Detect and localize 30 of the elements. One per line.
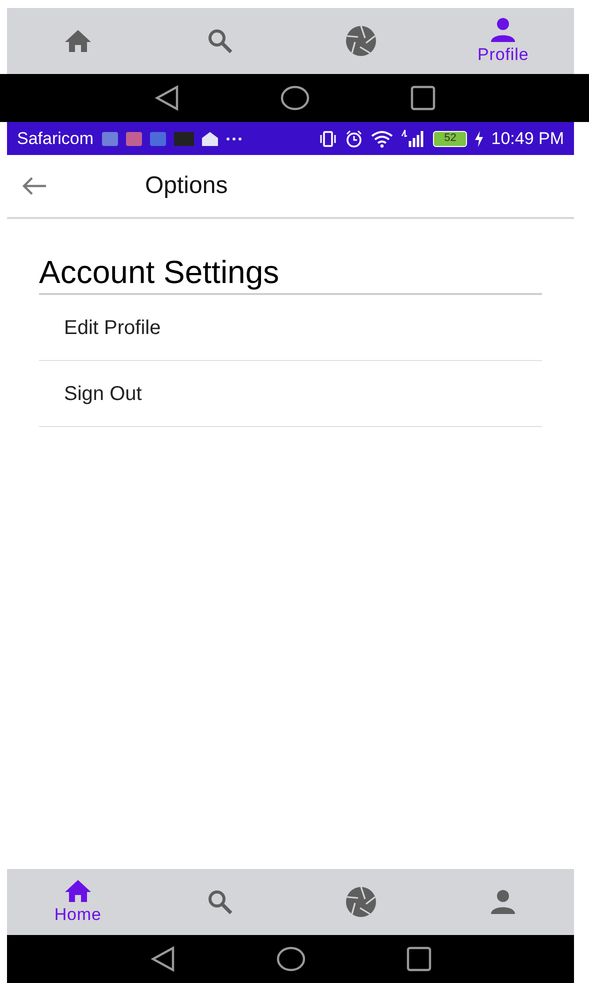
recents-square-icon[interactable] [410, 85, 436, 111]
person-icon [489, 889, 518, 915]
settings-item[interactable]: Sign Out [39, 361, 542, 427]
signal-icon [401, 128, 426, 148]
alarm-icon [345, 130, 364, 148]
home-circle-icon[interactable] [280, 85, 310, 111]
carrier-name: Safaricom [17, 128, 94, 150]
aperture-icon [345, 886, 378, 918]
more-dots-icon [226, 136, 242, 140]
back-triangle-icon[interactable] [150, 946, 176, 972]
screen-title: Options [145, 171, 228, 201]
home-circle-icon[interactable] [276, 946, 306, 972]
clock-time: 10:49 PM [491, 128, 564, 150]
home-icon [64, 29, 92, 53]
home-icon [64, 879, 92, 903]
nav-tab[interactable]: Home [7, 869, 149, 935]
battery-indicator: 52 [433, 130, 468, 146]
charging-bolt-icon [475, 130, 484, 146]
wifi-icon [371, 130, 394, 148]
back-triangle-icon[interactable] [154, 85, 180, 111]
search-icon [206, 889, 233, 915]
back-arrow-icon [21, 176, 47, 196]
search-icon [206, 28, 233, 54]
recents-square-icon[interactable] [406, 946, 432, 972]
aperture-icon [345, 25, 378, 57]
settings-item[interactable]: Edit Profile [39, 295, 542, 361]
vibrate-icon [319, 130, 338, 148]
person-icon [489, 17, 518, 43]
nav-tab[interactable]: Profile [432, 8, 574, 74]
section-heading: Account Settings [39, 253, 542, 295]
